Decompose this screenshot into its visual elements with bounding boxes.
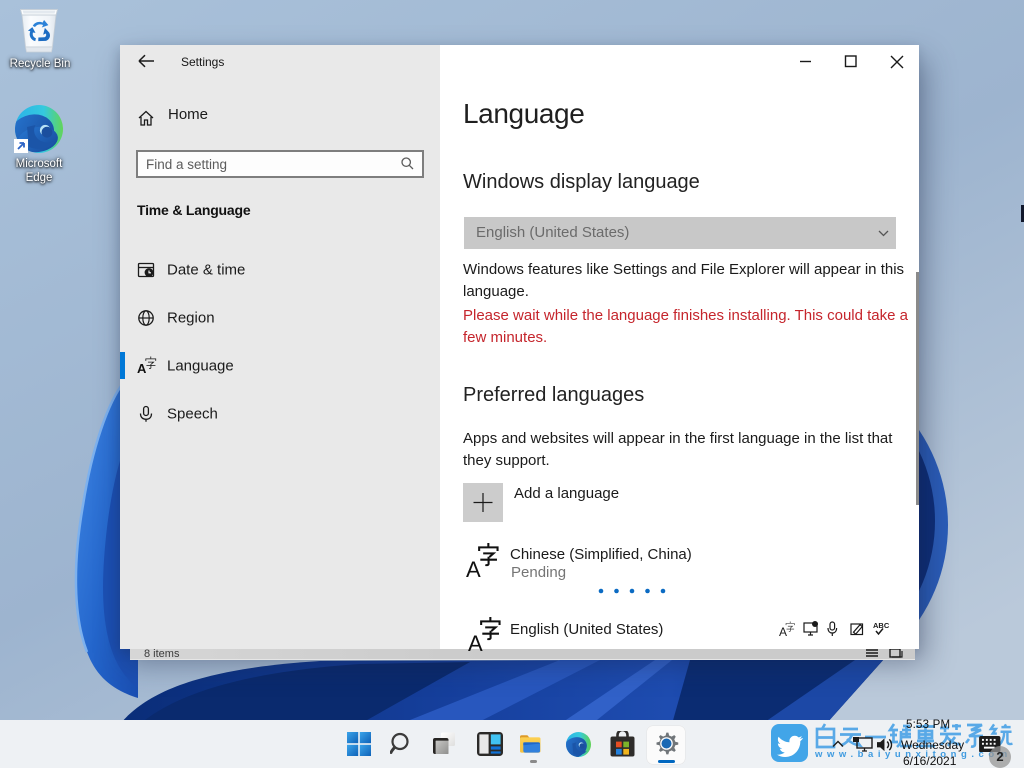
- svg-text:A: A: [779, 625, 787, 639]
- svg-text:A: A: [137, 361, 147, 376]
- svg-text:A: A: [466, 557, 481, 580]
- svg-text:ABC: ABC: [873, 621, 890, 630]
- svg-text:A: A: [468, 631, 483, 654]
